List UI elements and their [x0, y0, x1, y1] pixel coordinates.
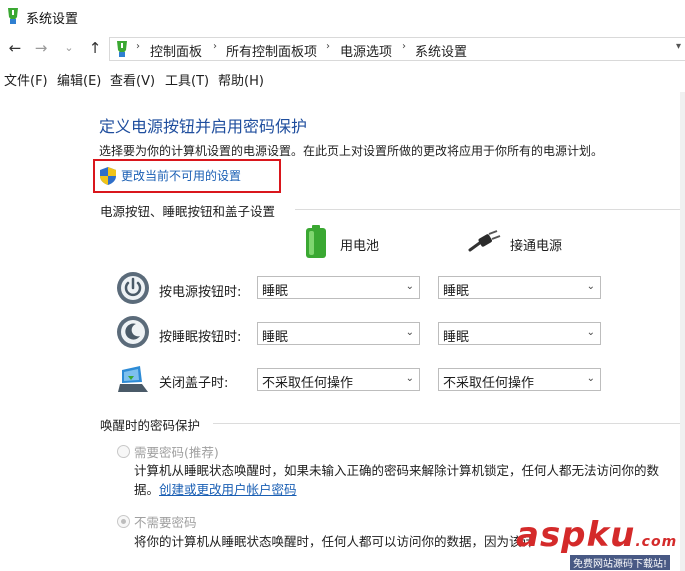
address-bar[interactable]: › 控制面板 › 所有控制面板项 › 电源选项 › 系统设置 ▾ [109, 37, 685, 61]
breadcrumb-separator-icon: › [213, 41, 217, 52]
section-divider [213, 423, 680, 424]
power-button-plugged-select[interactable]: 睡眠 ⌄ [438, 276, 601, 299]
address-dropdown-icon[interactable]: ▾ [676, 41, 681, 52]
page-heading: 定义电源按钮并启用密码保护 [99, 117, 308, 136]
watermark-logo: aspku.com [516, 515, 678, 555]
require-password-radio[interactable] [117, 445, 130, 458]
navigation-bar: ← → ⌄ ↑ › 控制面板 › 所有控制面板项 › 电源选项 › 系统设置 ▾ [0, 34, 685, 64]
require-password-label: 需要密码(推荐) [134, 445, 219, 460]
menu-tools[interactable]: 工具(T) [165, 70, 209, 89]
sleep-button-battery-select[interactable]: 睡眠 ⌄ [257, 322, 420, 345]
section-divider [295, 209, 680, 210]
recent-locations-chevron-icon[interactable]: ⌄ [60, 39, 78, 57]
menu-edit[interactable]: 编辑(E) [57, 70, 101, 89]
create-change-password-link[interactable]: 创建或更改用户帐户密码 [159, 482, 297, 497]
row-label-sleep-button: 按睡眠按钮时: [159, 330, 242, 345]
title-bar: 系统设置 [0, 0, 685, 34]
chevron-down-icon: ⌄ [405, 281, 414, 292]
window-title: 系统设置 [26, 12, 79, 27]
no-password-radio[interactable] [117, 515, 130, 528]
sleep-button-plugged-select[interactable]: 睡眠 ⌄ [438, 322, 601, 345]
chevron-down-icon: ⌄ [586, 373, 595, 384]
require-password-description: 计算机从睡眠状态唤醒时，如果未输入正确的密码来解除计算机锁定，任何人都无法访问你… [134, 463, 660, 478]
row-label-power-button: 按电源按钮时: [159, 285, 242, 300]
power-plug-icon [468, 230, 501, 252]
column-label-plugged-in: 接通电源 [510, 239, 563, 254]
column-label-battery: 用电池 [340, 239, 380, 254]
forward-arrow-icon[interactable]: → [32, 39, 50, 57]
breadcrumb-system-settings[interactable]: 系统设置 [415, 41, 467, 60]
control-panel-icon [8, 8, 18, 24]
chevron-down-icon: ⌄ [405, 373, 414, 384]
change-unavailable-settings-link[interactable]: 更改当前不可用的设置 [121, 167, 241, 184]
chevron-down-icon: ⌄ [405, 327, 414, 338]
breadcrumb-separator-icon: › [402, 41, 406, 52]
battery-icon [306, 225, 326, 258]
breadcrumb-all-items[interactable]: 所有控制面板项 [226, 41, 317, 60]
chevron-down-icon: ⌄ [586, 327, 595, 338]
row-label-lid: 关闭盖子时: [159, 376, 229, 391]
menu-help[interactable]: 帮助(H) [218, 70, 264, 89]
scrollbar-track[interactable] [680, 92, 685, 571]
power-button-battery-select[interactable]: 睡眠 ⌄ [257, 276, 420, 299]
back-arrow-icon[interactable]: ← [6, 39, 24, 57]
require-password-description-line2: 据。创建或更改用户帐户密码 [134, 482, 297, 497]
no-password-description: 将你的计算机从睡眠状态唤醒时，任何人都可以访问你的数据，因为该计 [134, 534, 535, 549]
menu-file[interactable]: 文件(F) [4, 70, 48, 89]
sleep-button-icon [117, 316, 149, 348]
laptop-lid-icon [118, 366, 148, 392]
watermark-caption: 免费网站源码下载站! [570, 555, 671, 570]
menu-bar: 文件(F) 编辑(E) 查看(V) 工具(T) 帮助(H) [0, 66, 685, 90]
no-password-label: 不需要密码 [134, 515, 197, 530]
power-button-icon [117, 272, 149, 304]
power-buttons-section-title: 电源按钮、睡眠按钮和盖子设置 [100, 204, 276, 219]
breadcrumb-separator-icon: › [326, 41, 330, 52]
breadcrumb-control-panel[interactable]: 控制面板 [150, 41, 202, 60]
chevron-down-icon: ⌄ [586, 281, 595, 292]
uac-shield-icon [100, 167, 116, 185]
control-panel-icon [117, 41, 127, 57]
menu-view[interactable]: 查看(V) [110, 70, 155, 89]
lid-battery-select[interactable]: 不采取任何操作 ⌄ [257, 368, 420, 391]
page-description: 选择要为你的计算机设置的电源设置。在此页上对设置所做的更改将应用于你所有的电源计… [99, 144, 604, 158]
lid-plugged-select[interactable]: 不采取任何操作 ⌄ [438, 368, 601, 391]
watermark: aspku.com 免费网站源码下载站! [512, 515, 685, 571]
breadcrumb-separator-icon: › [136, 41, 140, 52]
up-arrow-icon[interactable]: ↑ [86, 39, 104, 57]
password-section-title: 唤醒时的密码保护 [100, 418, 201, 433]
breadcrumb-power-options[interactable]: 电源选项 [340, 41, 392, 60]
